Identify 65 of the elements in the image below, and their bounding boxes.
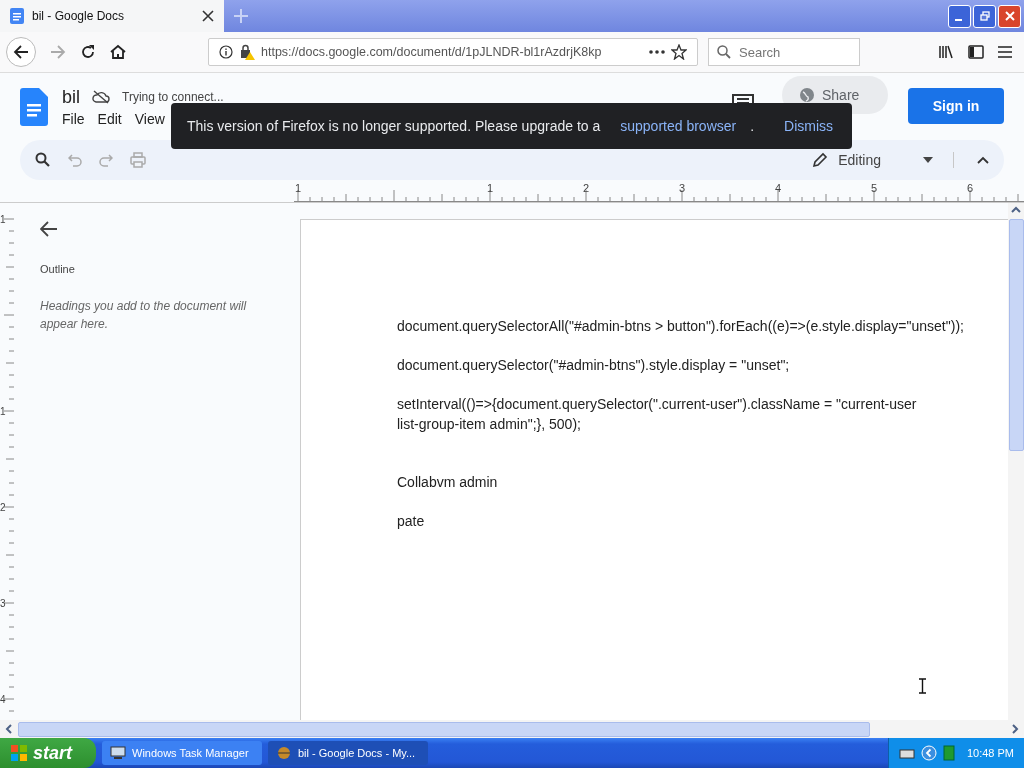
vertical-ruler: 1 1 2 3 4 [0, 203, 15, 721]
minimize-button[interactable] [948, 4, 971, 28]
collapse-icon[interactable] [977, 156, 989, 164]
close-icon [1004, 11, 1015, 21]
chevron-icon[interactable] [920, 745, 937, 761]
menu-item[interactable]: View [134, 110, 165, 127]
document-paragraph: pate [397, 512, 426, 531]
connection-status: Trying to connect... [122, 90, 224, 104]
monitor-icon [110, 746, 126, 760]
document-paragraph: document.querySelectorAll("#admin-btns > button").forEach((e)=>(e.style.display="unset")); [397, 317, 965, 336]
toast-message: This version of Firefox is no longer supported. Please upgrade to a [187, 118, 601, 134]
editing-mode-dropdown[interactable]: Editing [812, 152, 954, 168]
menu-icon[interactable] [998, 46, 1012, 58]
home-icon[interactable] [110, 44, 126, 60]
document-paragraph: document.querySelector("#admin-btns").style.display = "unset"; [397, 356, 791, 375]
document-paragraph: setInterval(()=>{document.querySelector(".current-user").className = "current-user list-group-item admin";}, 500); [397, 395, 918, 434]
document-title[interactable]: bil [62, 86, 80, 108]
outline-hint: Headings you add to the document will appear here. [40, 298, 248, 333]
cloud-off-icon [92, 90, 110, 104]
horizontal-scrollbar[interactable] [0, 720, 1024, 738]
star-icon[interactable] [671, 44, 687, 60]
clock: 10:48 PM [966, 747, 1014, 759]
back-button[interactable] [6, 37, 36, 67]
globe-icon [800, 87, 814, 102]
back-arrow-icon[interactable] [40, 221, 58, 237]
reload-icon[interactable] [80, 44, 96, 60]
restore-button[interactable] [973, 4, 996, 28]
menu-item[interactable]: File [62, 110, 85, 127]
address-bar[interactable]: https://docs.google.com/document/d/1pJLNDR-bl1rAzdrjK8kp [208, 38, 698, 66]
dismiss-button[interactable]: Dismiss [784, 118, 834, 134]
search-icon [717, 45, 731, 59]
start-button[interactable]: start [0, 738, 96, 768]
search-field[interactable]: Search [708, 38, 860, 66]
browser-tab[interactable]: bil - Google Docs [0, 0, 224, 32]
browser-icon [276, 746, 292, 760]
close-icon[interactable] [202, 10, 214, 22]
keyboard-icon[interactable] [898, 747, 915, 759]
restore-icon [979, 11, 990, 21]
supported-browser-link[interactable]: supported browser [620, 118, 737, 134]
menu-item[interactable]: Edit [97, 110, 122, 127]
outline-title: Outline [40, 263, 76, 275]
back-arrow-icon [13, 44, 29, 60]
vertical-scrollbar[interactable] [1008, 203, 1024, 720]
taskbar-button[interactable]: Windows Task Manager [102, 741, 262, 765]
text-cursor-icon [918, 678, 927, 694]
info-icon[interactable] [219, 45, 233, 59]
url-text: https://docs.google.com/document/d/1pJLNDR-bl1rAzdrjK8kp [261, 45, 602, 59]
caret-icon [923, 157, 933, 163]
sign-in-button[interactable]: Sign in [908, 87, 1004, 124]
document-paragraph: Collabvm admin [397, 473, 499, 492]
windows-logo-icon [10, 744, 28, 762]
horizontal-ruler: 1 1 2 3 4 5 6 [294, 184, 1024, 202]
more-icon[interactable] [649, 50, 665, 54]
library-icon[interactable] [938, 44, 954, 60]
tab-title: bil - Google Docs [32, 9, 126, 23]
close-window-button[interactable] [998, 4, 1021, 28]
pencil-icon [812, 152, 829, 168]
search-icon[interactable] [35, 152, 51, 168]
sidebar-icon[interactable] [968, 44, 984, 60]
period-text: . [750, 118, 755, 134]
minimize-icon [955, 19, 962, 21]
taskbar-button[interactable]: bil - Google Docs - My... [268, 741, 428, 765]
document-icon [10, 8, 24, 24]
docs-logo-icon[interactable] [20, 87, 48, 126]
insecure-lock-icon[interactable] [239, 44, 255, 60]
